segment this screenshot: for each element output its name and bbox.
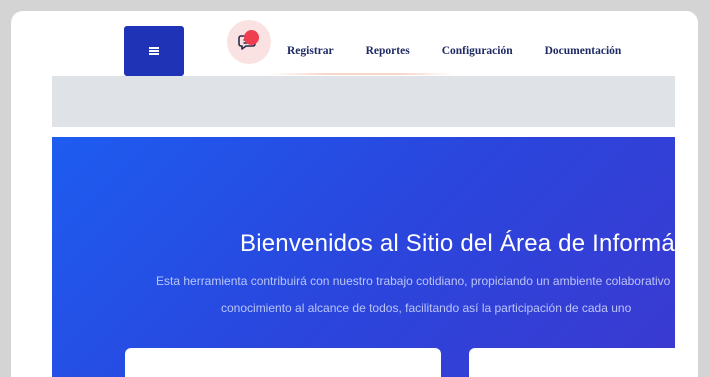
nav-item-registrar[interactable]: Registrar xyxy=(287,45,334,57)
feature-card[interactable] xyxy=(469,348,675,377)
nav-item-documentacion[interactable]: Documentación xyxy=(545,45,622,57)
nav-item-reportes[interactable]: Reportes xyxy=(366,45,410,57)
hero-title: Bienvenidos al Sitio del Área de Informá… xyxy=(240,230,675,257)
browser-frame: Registrar Reportes Configuración Documen… xyxy=(11,11,698,377)
top-nav: Registrar Reportes Configuración Documen… xyxy=(287,45,621,57)
sub-header-band xyxy=(52,76,675,127)
hero-description-line-1: Esta herramienta contribuirá con nuestro… xyxy=(156,274,671,288)
page-viewport: Registrar Reportes Configuración Documen… xyxy=(11,11,675,377)
feature-card[interactable] xyxy=(125,348,441,377)
nav-item-configuracion[interactable]: Configuración xyxy=(442,45,513,57)
menu-icon xyxy=(149,47,159,55)
hero-description-line-2: conocimiento al alcance de todos, facili… xyxy=(221,301,632,315)
nav-active-underline xyxy=(270,73,455,75)
notification-dot-icon xyxy=(244,30,259,45)
menu-button[interactable] xyxy=(124,26,184,76)
scrollbar-gutter xyxy=(675,11,698,377)
